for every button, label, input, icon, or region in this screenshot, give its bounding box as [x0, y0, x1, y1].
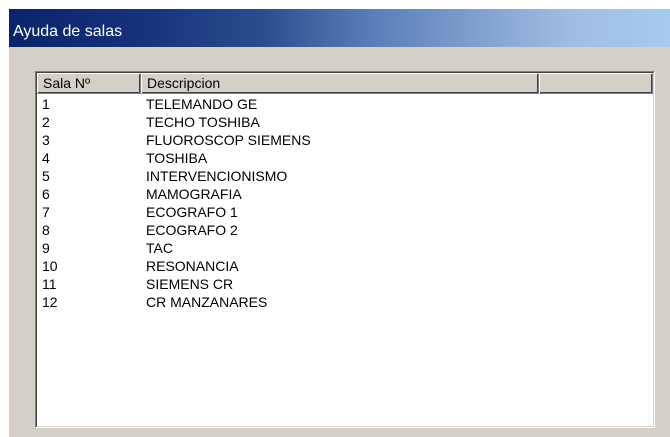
- list-item[interactable]: 11 SIEMENS CR: [37, 275, 653, 293]
- room-description-cell: TECHO TOSHIBA: [146, 114, 260, 130]
- list-item[interactable]: 7 ECOGRAFO 1: [37, 203, 653, 221]
- title-bar[interactable]: Ayuda de salas: [9, 9, 670, 47]
- list-item[interactable]: 9 TAC: [37, 239, 653, 257]
- list-item[interactable]: 12 CR MANZANARES: [37, 293, 653, 311]
- column-header-empty[interactable]: [539, 73, 653, 94]
- list-header: Sala Nº Descripcion: [37, 73, 653, 94]
- room-description-cell: TOSHIBA: [146, 150, 208, 166]
- room-number-cell: 12: [42, 294, 58, 310]
- room-number-cell: 10: [42, 258, 58, 274]
- room-number-cell: 2: [42, 114, 50, 130]
- column-header-room-number[interactable]: Sala Nº: [37, 73, 141, 94]
- room-number-cell: 1: [42, 96, 50, 112]
- room-number-cell: 6: [42, 186, 50, 202]
- room-description-cell: ECOGRAFO 1: [146, 204, 238, 220]
- list-item[interactable]: 1 TELEMANDO GE: [37, 95, 653, 113]
- list-item[interactable]: 6 MAMOGRAFIA: [37, 185, 653, 203]
- list-item[interactable]: 2 TECHO TOSHIBA: [37, 113, 653, 131]
- list-rows: 1 TELEMANDO GE 2 TECHO TOSHIBA 3 FLUOROSCOP S…: [37, 95, 653, 311]
- list-item[interactable]: 3 FLUOROSCOP SIEMENS: [37, 131, 653, 149]
- room-number-cell: 9: [42, 240, 50, 256]
- list-item[interactable]: 10 RESONANCIA: [37, 257, 653, 275]
- room-help-window: Ayuda de salas Sala Nº Descripcion 1 TELE…: [8, 8, 670, 437]
- window-title: Ayuda de salas: [13, 23, 123, 40]
- room-description-cell: CR MANZANARES: [146, 294, 268, 310]
- room-number-cell: 11: [42, 276, 57, 292]
- room-number-cell: 5: [42, 168, 50, 184]
- list-item[interactable]: 8 ECOGRAFO 2: [37, 221, 653, 239]
- room-number-cell: 8: [42, 222, 50, 238]
- room-description-cell: SIEMENS CR: [146, 276, 234, 292]
- rooms-list-view[interactable]: Sala Nº Descripcion 1 TELEMANDO GE 2 TECHO …: [35, 71, 655, 428]
- room-description-cell: INTERVENCIONISMO: [146, 168, 288, 184]
- room-description-cell: TELEMANDO GE: [146, 96, 258, 112]
- room-description-cell: FLUOROSCOP SIEMENS: [146, 132, 311, 148]
- room-description-cell: RESONANCIA: [146, 258, 239, 274]
- list-item[interactable]: 4 TOSHIBA: [37, 149, 653, 167]
- list-item[interactable]: 5 INTERVENCIONISMO: [37, 167, 653, 185]
- room-description-cell: ECOGRAFO 2: [146, 222, 238, 238]
- room-number-cell: 3: [42, 132, 50, 148]
- room-description-cell: MAMOGRAFIA: [146, 186, 242, 202]
- room-number-cell: 7: [42, 204, 50, 220]
- room-number-cell: 4: [42, 150, 50, 166]
- room-description-cell: TAC: [146, 240, 173, 256]
- column-header-description[interactable]: Descripcion: [141, 73, 539, 94]
